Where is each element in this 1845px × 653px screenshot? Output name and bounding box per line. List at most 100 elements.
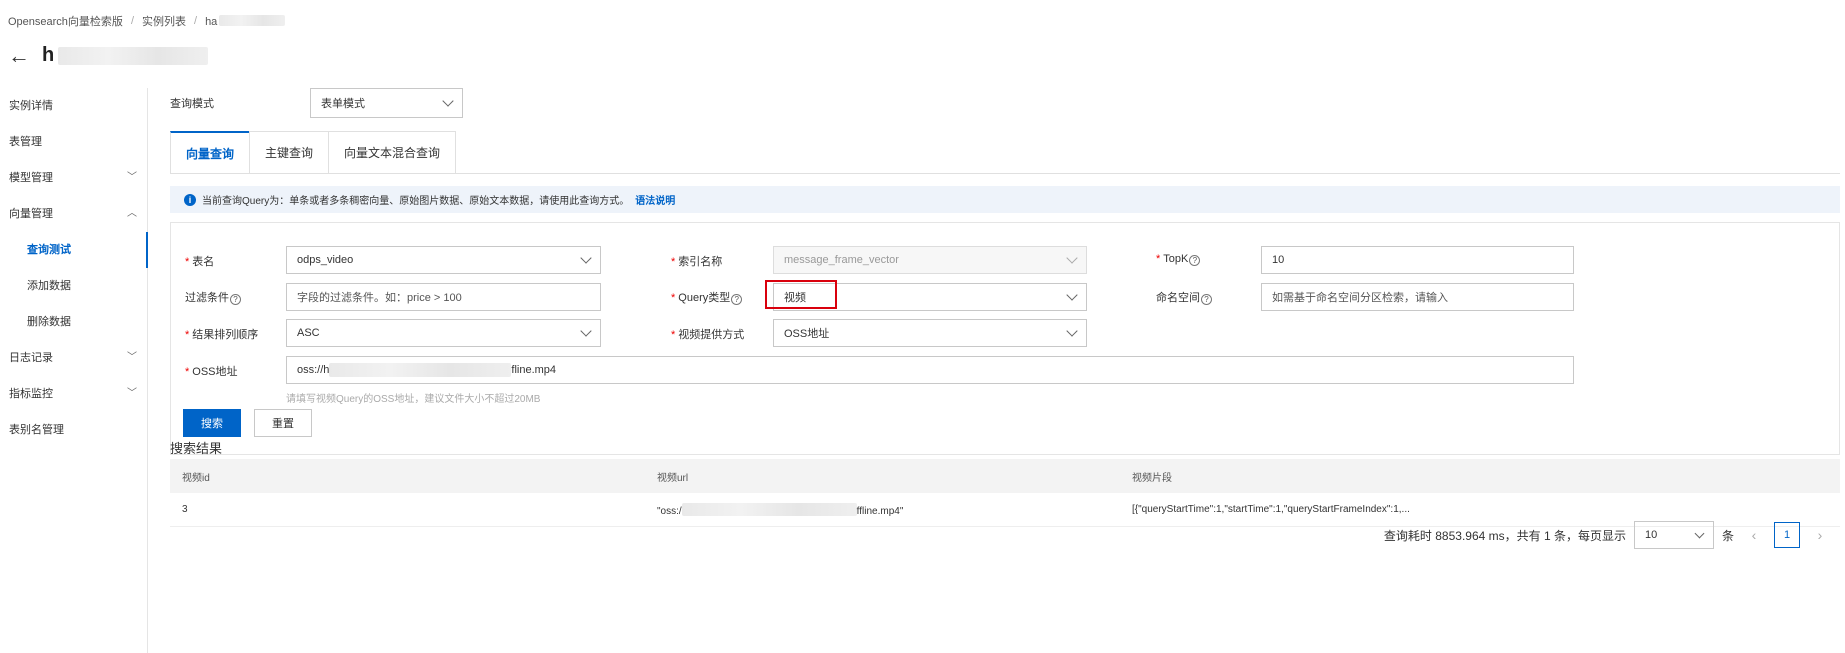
tab-primary-key-query[interactable]: 主键查询 <box>249 131 330 173</box>
chevron-down-icon: ﹀ <box>127 172 137 183</box>
index-name-select[interactable]: message_frame_vector <box>773 246 1087 274</box>
topk-label: * TopK? <box>1156 253 1201 266</box>
page-size-value: 10 <box>1644 529 1658 541</box>
breadcrumb-separator: / <box>130 15 134 27</box>
redacted-text <box>329 363 512 377</box>
table-header: 视频id 视频url 视频片段 <box>170 459 1840 493</box>
sort-order-label: * 结果排列顺序 <box>185 329 259 341</box>
chevron-down-icon: ﹀ <box>127 388 137 399</box>
filter-placeholder: 字段的过滤条件。如：price > 100 <box>297 292 462 304</box>
info-icon: i <box>184 193 196 206</box>
sidebar-item-label: 表别名管理 <box>9 424 64 436</box>
namespace-placeholder: 如需基于命名空间分区检索，请输入 <box>1272 292 1448 304</box>
table-name-select[interactable]: odps_video <box>286 246 601 274</box>
chevron-down-icon: ﹀ <box>127 352 137 363</box>
tab-hybrid-query[interactable]: 向量文本混合查询 <box>328 131 457 173</box>
sidebar-item-label: 指标监控 <box>9 388 53 400</box>
sidebar-item-label: 删除数据 <box>27 316 71 328</box>
video-source-label: * 视频提供方式 <box>671 329 745 341</box>
column-header-video-id: 视频id <box>182 472 210 484</box>
previous-page-icon[interactable]: ‹ <box>1742 527 1766 543</box>
sort-order-select[interactable]: ASC <box>286 319 601 347</box>
sidebar-item-table-alias[interactable]: 表别名管理 <box>0 412 147 448</box>
query-mode-label: 查询模式 <box>170 98 214 110</box>
sidebar-item-table-management[interactable]: 表管理 <box>0 124 147 160</box>
breadcrumb-separator: / <box>194 15 198 27</box>
oss-address-input[interactable]: oss://h fline.mp4 <box>286 356 1574 384</box>
chevron-down-icon <box>1066 289 1078 301</box>
next-page-icon[interactable]: › <box>1808 527 1832 543</box>
sidebar-item-label: 添加数据 <box>27 280 71 292</box>
chevron-down-icon <box>1066 325 1078 337</box>
column-header-video-segment: 视频片段 <box>1132 472 1172 484</box>
namespace-label: 命名空间? <box>1156 289 1212 305</box>
sidebar-item-metrics[interactable]: 指标监控 ﹀ <box>0 376 147 412</box>
sidebar-item-instance-detail[interactable]: 实例详情 <box>0 88 147 124</box>
page-size-unit: 条 <box>1721 528 1734 543</box>
sidebar-item-label: 向量管理 <box>9 208 53 220</box>
sidebar-item-vector-management[interactable]: 向量管理 ︿ <box>0 196 147 232</box>
page-size-select[interactable]: 10 <box>1633 521 1714 549</box>
table-name-label: * 表名 <box>185 256 215 268</box>
filter-label: 过滤条件? <box>185 289 241 305</box>
query-form: * 表名 odps_video * 索引名称 message_frame_vecto… <box>170 222 1840 455</box>
highlight-box <box>765 280 837 309</box>
sidebar-item-label: 表管理 <box>9 136 42 148</box>
breadcrumb: Opensearch向量检索版 / 实例列表 / ha <box>8 13 286 29</box>
results-table: 视频id 视频url 视频片段 3 "oss:/ffline.mp4" [{"q… <box>170 459 1840 527</box>
breadcrumb-instance-list[interactable]: 实例列表 <box>142 13 186 29</box>
sidebar-item-query-test[interactable]: 查询测试 <box>0 232 148 268</box>
namespace-input[interactable]: 如需基于命名空间分区检索，请输入 <box>1261 283 1574 311</box>
page-number-button[interactable]: 1 <box>1774 522 1800 548</box>
syntax-help-link[interactable]: 语法说明 <box>635 192 675 207</box>
column-header-video-url: 视频url <box>657 472 689 484</box>
topk-input[interactable]: 10 <box>1261 246 1574 274</box>
search-button[interactable]: 搜索 <box>183 409 241 437</box>
oss-address-label: * OSS地址 <box>185 366 238 378</box>
help-icon[interactable]: ? <box>1189 255 1201 266</box>
sidebar-item-model-management[interactable]: 模型管理 ﹀ <box>0 160 147 196</box>
table-name-value: odps_video <box>297 254 354 266</box>
chevron-up-icon: ︿ <box>127 208 137 219</box>
sidebar-item-label: 模型管理 <box>9 172 53 184</box>
oss-address-suffix: fline.mp4 <box>511 364 557 376</box>
tab-vector-query[interactable]: 向量查询 <box>170 131 251 173</box>
video-source-value: OSS地址 <box>784 328 830 340</box>
cell-video-segment: [{"queryStartTime":1,"startTime":1,"quer… <box>1132 504 1410 515</box>
cell-video-id: 3 <box>182 504 188 515</box>
sidebar-item-delete-data[interactable]: 删除数据 <box>0 304 147 340</box>
query-type-label: * Query类型? <box>671 289 743 305</box>
cell-video-url: "oss:/ffline.mp4" <box>645 502 1120 517</box>
index-name-value: message_frame_vector <box>784 254 899 266</box>
breadcrumb-current: ha <box>205 14 286 28</box>
chevron-down-icon <box>442 95 454 107</box>
oss-address-prefix: oss://h <box>297 364 330 376</box>
results-title: 搜索结果 <box>170 441 223 456</box>
query-mode-row: 查询模式 表单模式 <box>170 88 463 118</box>
query-mode-value: 表单模式 <box>321 98 365 110</box>
oss-address-hint: 请填写视频Query的OSS地址，建议文件大小不超过20MB <box>286 394 541 405</box>
topk-value: 10 <box>1272 254 1285 266</box>
filter-input[interactable]: 字段的过滤条件。如：price > 100 <box>286 283 601 311</box>
info-notice: i 当前查询Query为：单条或者多条稠密向量、原始图片数据、原始文本数据，请使… <box>170 186 1840 213</box>
chevron-down-icon <box>1694 528 1705 539</box>
tabs-divider <box>170 173 1840 174</box>
sidebar-item-label: 实例详情 <box>9 100 53 112</box>
sidebar-item-add-data[interactable]: 添加数据 <box>0 268 147 304</box>
index-name-label: * 索引名称 <box>671 256 723 268</box>
chevron-down-icon <box>1066 252 1078 264</box>
query-tabs: 向量查询 主键查询 向量文本混合查询 <box>170 131 457 173</box>
sort-order-value: ASC <box>297 327 320 339</box>
help-icon[interactable]: ? <box>1201 294 1212 305</box>
notice-text: 当前查询Query为：单条或者多条稠密向量、原始图片数据、原始文本数据，请使用此… <box>202 196 630 207</box>
help-icon[interactable]: ? <box>230 294 241 305</box>
help-icon[interactable]: ? <box>731 294 743 305</box>
back-arrow-icon[interactable]: ← <box>8 44 30 67</box>
reset-button[interactable]: 重置 <box>254 409 312 437</box>
video-source-select[interactable]: OSS地址 <box>773 319 1087 347</box>
sidebar-item-label: 查询测试 <box>27 244 71 256</box>
breadcrumb-home[interactable]: Opensearch向量检索版 <box>8 13 123 29</box>
sidebar-item-logs[interactable]: 日志记录 ﹀ <box>0 340 147 376</box>
sidebar: 实例详情 表管理 模型管理 ﹀ 向量管理 ︿ 查询测试 添加数据 删除数据 日志记录… <box>0 88 148 653</box>
query-mode-select[interactable]: 表单模式 <box>310 88 463 118</box>
